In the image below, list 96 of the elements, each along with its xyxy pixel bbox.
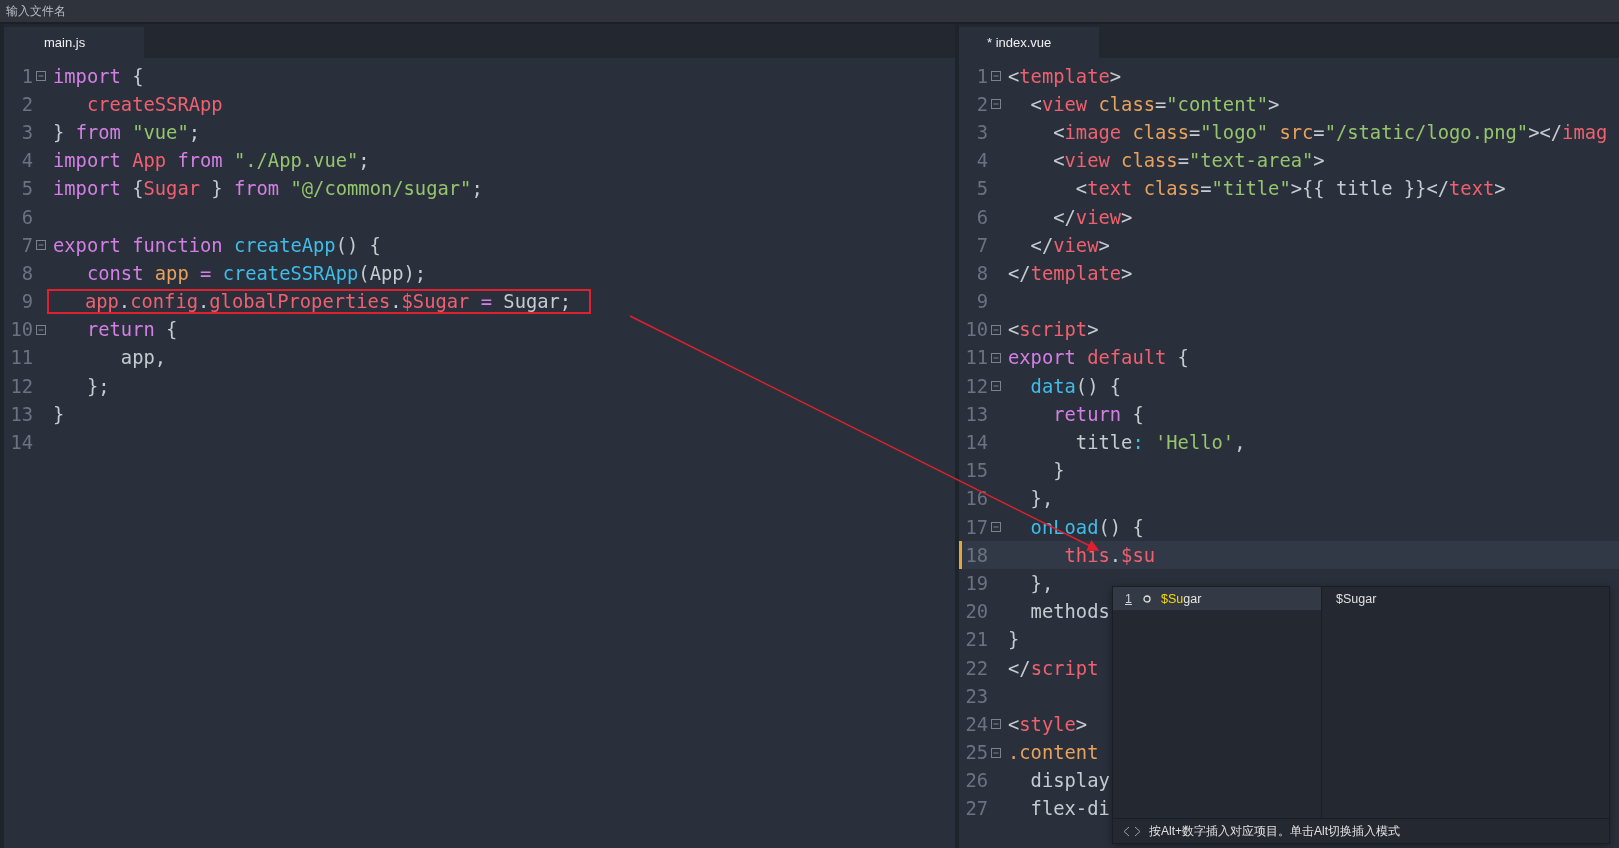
line-number: 4 xyxy=(975,150,988,172)
code-line: .content xyxy=(1007,741,1100,766)
code-line: } from "vue"; xyxy=(52,120,201,145)
code-line: <style> xyxy=(1007,712,1089,737)
line-number: 1 xyxy=(20,65,33,87)
line-number: 11 xyxy=(9,347,33,369)
window-title: 输入文件名 xyxy=(6,2,66,20)
line-number: 5 xyxy=(975,178,988,200)
line-number: 11 xyxy=(964,347,988,369)
fold-toggle-icon[interactable] xyxy=(991,324,1001,335)
line-number: 13 xyxy=(964,403,988,425)
code-line: flex-di xyxy=(1029,797,1111,822)
code-line: } xyxy=(1007,628,1021,653)
fold-toggle-icon[interactable] xyxy=(36,324,46,335)
line-number: 25 xyxy=(964,742,988,764)
line-number: 24 xyxy=(964,713,988,735)
circle-icon xyxy=(1143,594,1151,603)
fold-toggle-icon[interactable] xyxy=(991,747,1001,758)
code-line: display xyxy=(1029,769,1111,794)
fold-toggle-icon[interactable] xyxy=(991,381,1001,392)
code-line: import { xyxy=(52,64,145,89)
code-line: app, xyxy=(119,346,168,371)
line-number: 12 xyxy=(9,375,33,397)
line-number: 12 xyxy=(964,375,988,397)
line-number: 22 xyxy=(964,657,988,679)
fold-toggle-icon[interactable] xyxy=(36,71,46,82)
code-line: import {Sugar } from "@/common/sugar"; xyxy=(52,177,484,202)
line-number: 14 xyxy=(9,432,33,454)
line-number: 26 xyxy=(964,770,988,792)
code-line: createSSRApp xyxy=(85,92,224,117)
code-line: return { xyxy=(1052,402,1145,427)
line-number: 2 xyxy=(20,93,33,115)
code-line: } xyxy=(1052,459,1066,484)
code-line: }, xyxy=(1029,487,1055,512)
code-line: <script> xyxy=(1007,318,1100,343)
line-number: 9 xyxy=(975,291,988,313)
suggestion-detail: $Sugar xyxy=(1335,591,1378,608)
code-line: <template> xyxy=(1007,64,1123,89)
line-number: 8 xyxy=(975,262,988,284)
line-number: 20 xyxy=(964,601,988,623)
line-number: 16 xyxy=(964,488,988,510)
chevron-left-icon[interactable] xyxy=(1123,825,1130,837)
line-number: 14 xyxy=(964,432,988,454)
fold-toggle-icon[interactable] xyxy=(36,240,46,251)
code-line: </view> xyxy=(1052,205,1134,230)
suggestion-item[interactable]: 1 $Sugar xyxy=(1113,587,1321,610)
code-line: data() { xyxy=(1029,374,1123,399)
chevron-right-icon[interactable] xyxy=(1134,825,1141,837)
code-line: import App from "./App.vue"; xyxy=(52,149,371,174)
code-line: } xyxy=(52,402,66,427)
line-number: 8 xyxy=(20,262,33,284)
line-number: 3 xyxy=(975,121,988,143)
code-line: methods xyxy=(1029,600,1111,625)
code-line: export default { xyxy=(1007,346,1190,371)
hint-text: 按Alt+数字插入对应项目。单击Alt切换插入模式 xyxy=(1149,822,1400,840)
line-number: 18 xyxy=(964,544,988,566)
fold-toggle-icon[interactable] xyxy=(991,71,1001,82)
file-tab[interactable]: main.js xyxy=(4,27,144,58)
code-line: </script xyxy=(1007,656,1100,681)
line-number: 2 xyxy=(975,93,988,115)
code-line: }; xyxy=(85,374,111,399)
code-line: return { xyxy=(85,318,179,343)
line-number: 9 xyxy=(20,291,33,313)
line-number: 4 xyxy=(20,150,33,172)
line-number: 15 xyxy=(964,460,988,482)
line-number: 6 xyxy=(20,206,33,228)
file-tab[interactable]: * index.vue xyxy=(959,27,1099,58)
code-line: this.$su xyxy=(1063,543,1156,568)
fold-toggle-icon[interactable] xyxy=(991,719,1001,730)
code-line: </view> xyxy=(1029,233,1111,258)
line-number: 7 xyxy=(20,234,33,256)
code-line: <view class="text-area"> xyxy=(1052,149,1326,174)
fold-toggle-icon[interactable] xyxy=(991,522,1001,533)
line-number: 10 xyxy=(964,319,988,341)
line-number: 21 xyxy=(964,629,988,651)
code-line: }, xyxy=(1029,571,1055,596)
line-number: 6 xyxy=(975,206,988,228)
fold-toggle-icon[interactable] xyxy=(991,99,1001,110)
line-number: 5 xyxy=(20,178,33,200)
line-number: 1 xyxy=(975,65,988,87)
code-line: <text class="title">{{ title }}</text> xyxy=(1074,177,1507,202)
code-line: title: 'Hello', xyxy=(1074,431,1247,456)
line-number: 27 xyxy=(964,798,988,820)
code-line: <image class="logo" src="/static/logo.png"></imag xyxy=(1052,120,1609,145)
code-line: export function createApp() { xyxy=(52,233,382,258)
line-number: 19 xyxy=(964,572,988,594)
line-number: 13 xyxy=(9,403,33,425)
line-number: 23 xyxy=(964,685,988,707)
code-line: const app = createSSRApp(App); xyxy=(85,261,428,286)
code-line: <view class="content"> xyxy=(1029,92,1281,117)
line-number: 7 xyxy=(975,234,988,256)
line-number: 3 xyxy=(20,121,33,143)
fold-toggle-icon[interactable] xyxy=(991,352,1001,363)
line-number: 17 xyxy=(964,516,988,538)
code-line: </template> xyxy=(1007,261,1134,286)
line-number: 10 xyxy=(9,319,33,341)
